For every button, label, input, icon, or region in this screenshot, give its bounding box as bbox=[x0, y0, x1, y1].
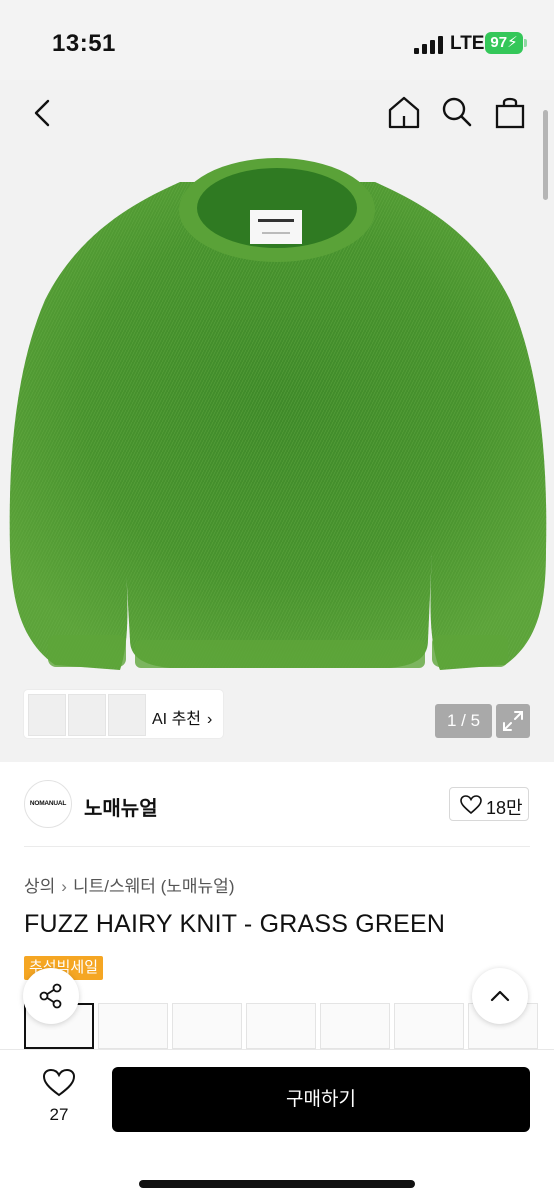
product-image-gallery[interactable] bbox=[0, 80, 554, 762]
ai-thumb bbox=[68, 694, 106, 736]
network-label: LTE bbox=[450, 33, 485, 54]
ai-thumb bbox=[28, 694, 66, 736]
breadcrumb-item[interactable]: 니트/스웨터 (노매뉴얼) bbox=[73, 877, 235, 896]
brand-logo[interactable]: NOMANUAL bbox=[24, 780, 72, 828]
ai-thumb bbox=[108, 694, 146, 736]
share-icon bbox=[39, 983, 62, 1009]
thumbnail[interactable] bbox=[172, 1003, 242, 1049]
search-icon bbox=[442, 97, 472, 127]
home-indicator bbox=[139, 1180, 415, 1188]
search-button[interactable] bbox=[440, 94, 474, 130]
heart-icon bbox=[42, 1068, 76, 1097]
chevron-right-icon: › bbox=[61, 877, 67, 896]
thumbnail[interactable] bbox=[320, 1003, 390, 1049]
heart-icon bbox=[460, 795, 482, 815]
battery-tip bbox=[524, 39, 527, 47]
brand-name[interactable]: 노매뉴얼 bbox=[84, 792, 158, 821]
back-button[interactable] bbox=[28, 96, 58, 130]
divider bbox=[24, 846, 530, 847]
thumbnail[interactable] bbox=[246, 1003, 316, 1049]
status-time: 13:51 bbox=[52, 30, 116, 57]
battery-level: 97 bbox=[490, 34, 508, 51]
thumbnail[interactable] bbox=[394, 1003, 464, 1049]
thumbnail-strip bbox=[24, 1003, 554, 1049]
cart-button[interactable] bbox=[494, 94, 526, 130]
brand-like-button[interactable]: 18만 bbox=[449, 787, 529, 821]
ai-recommend-button[interactable]: AI 추천 › bbox=[24, 690, 223, 738]
expand-icon bbox=[503, 711, 523, 731]
ai-recommend-label: AI 추천 › bbox=[152, 705, 212, 729]
breadcrumb-item[interactable]: 상의 bbox=[24, 877, 55, 896]
status-bar: 13:51 LTE 97⚡ bbox=[0, 0, 554, 80]
back-arrow-icon bbox=[34, 99, 50, 127]
signal-icon bbox=[414, 36, 444, 54]
home-icon bbox=[388, 96, 420, 129]
wishlist-button[interactable] bbox=[42, 1068, 76, 1103]
scrollbar[interactable] bbox=[543, 110, 548, 200]
wishlist-count: 27 bbox=[49, 1105, 69, 1124]
chevron-right-icon: › bbox=[207, 711, 213, 728]
thumbnail[interactable] bbox=[98, 1003, 168, 1049]
ai-recommend-text: AI 추천 bbox=[152, 711, 202, 728]
home-button[interactable] bbox=[386, 94, 422, 130]
scroll-to-top-button[interactable] bbox=[472, 968, 528, 1024]
like-count: 18만 bbox=[486, 798, 523, 818]
buy-button[interactable]: 구매하기 bbox=[112, 1067, 530, 1132]
breadcrumb: 상의 › 니트/스웨터 (노매뉴얼) bbox=[24, 872, 234, 897]
product-title: FUZZ HAIRY KNIT - GRASS GREEN bbox=[24, 910, 446, 938]
page-counter: 1 / 5 bbox=[435, 704, 492, 738]
share-button[interactable] bbox=[23, 968, 79, 1024]
chevron-up-icon bbox=[490, 990, 510, 1002]
battery-icon: 97⚡ bbox=[485, 32, 523, 54]
product-image bbox=[9, 158, 547, 670]
expand-button[interactable] bbox=[496, 704, 530, 738]
shopping-bag-icon bbox=[495, 97, 525, 129]
